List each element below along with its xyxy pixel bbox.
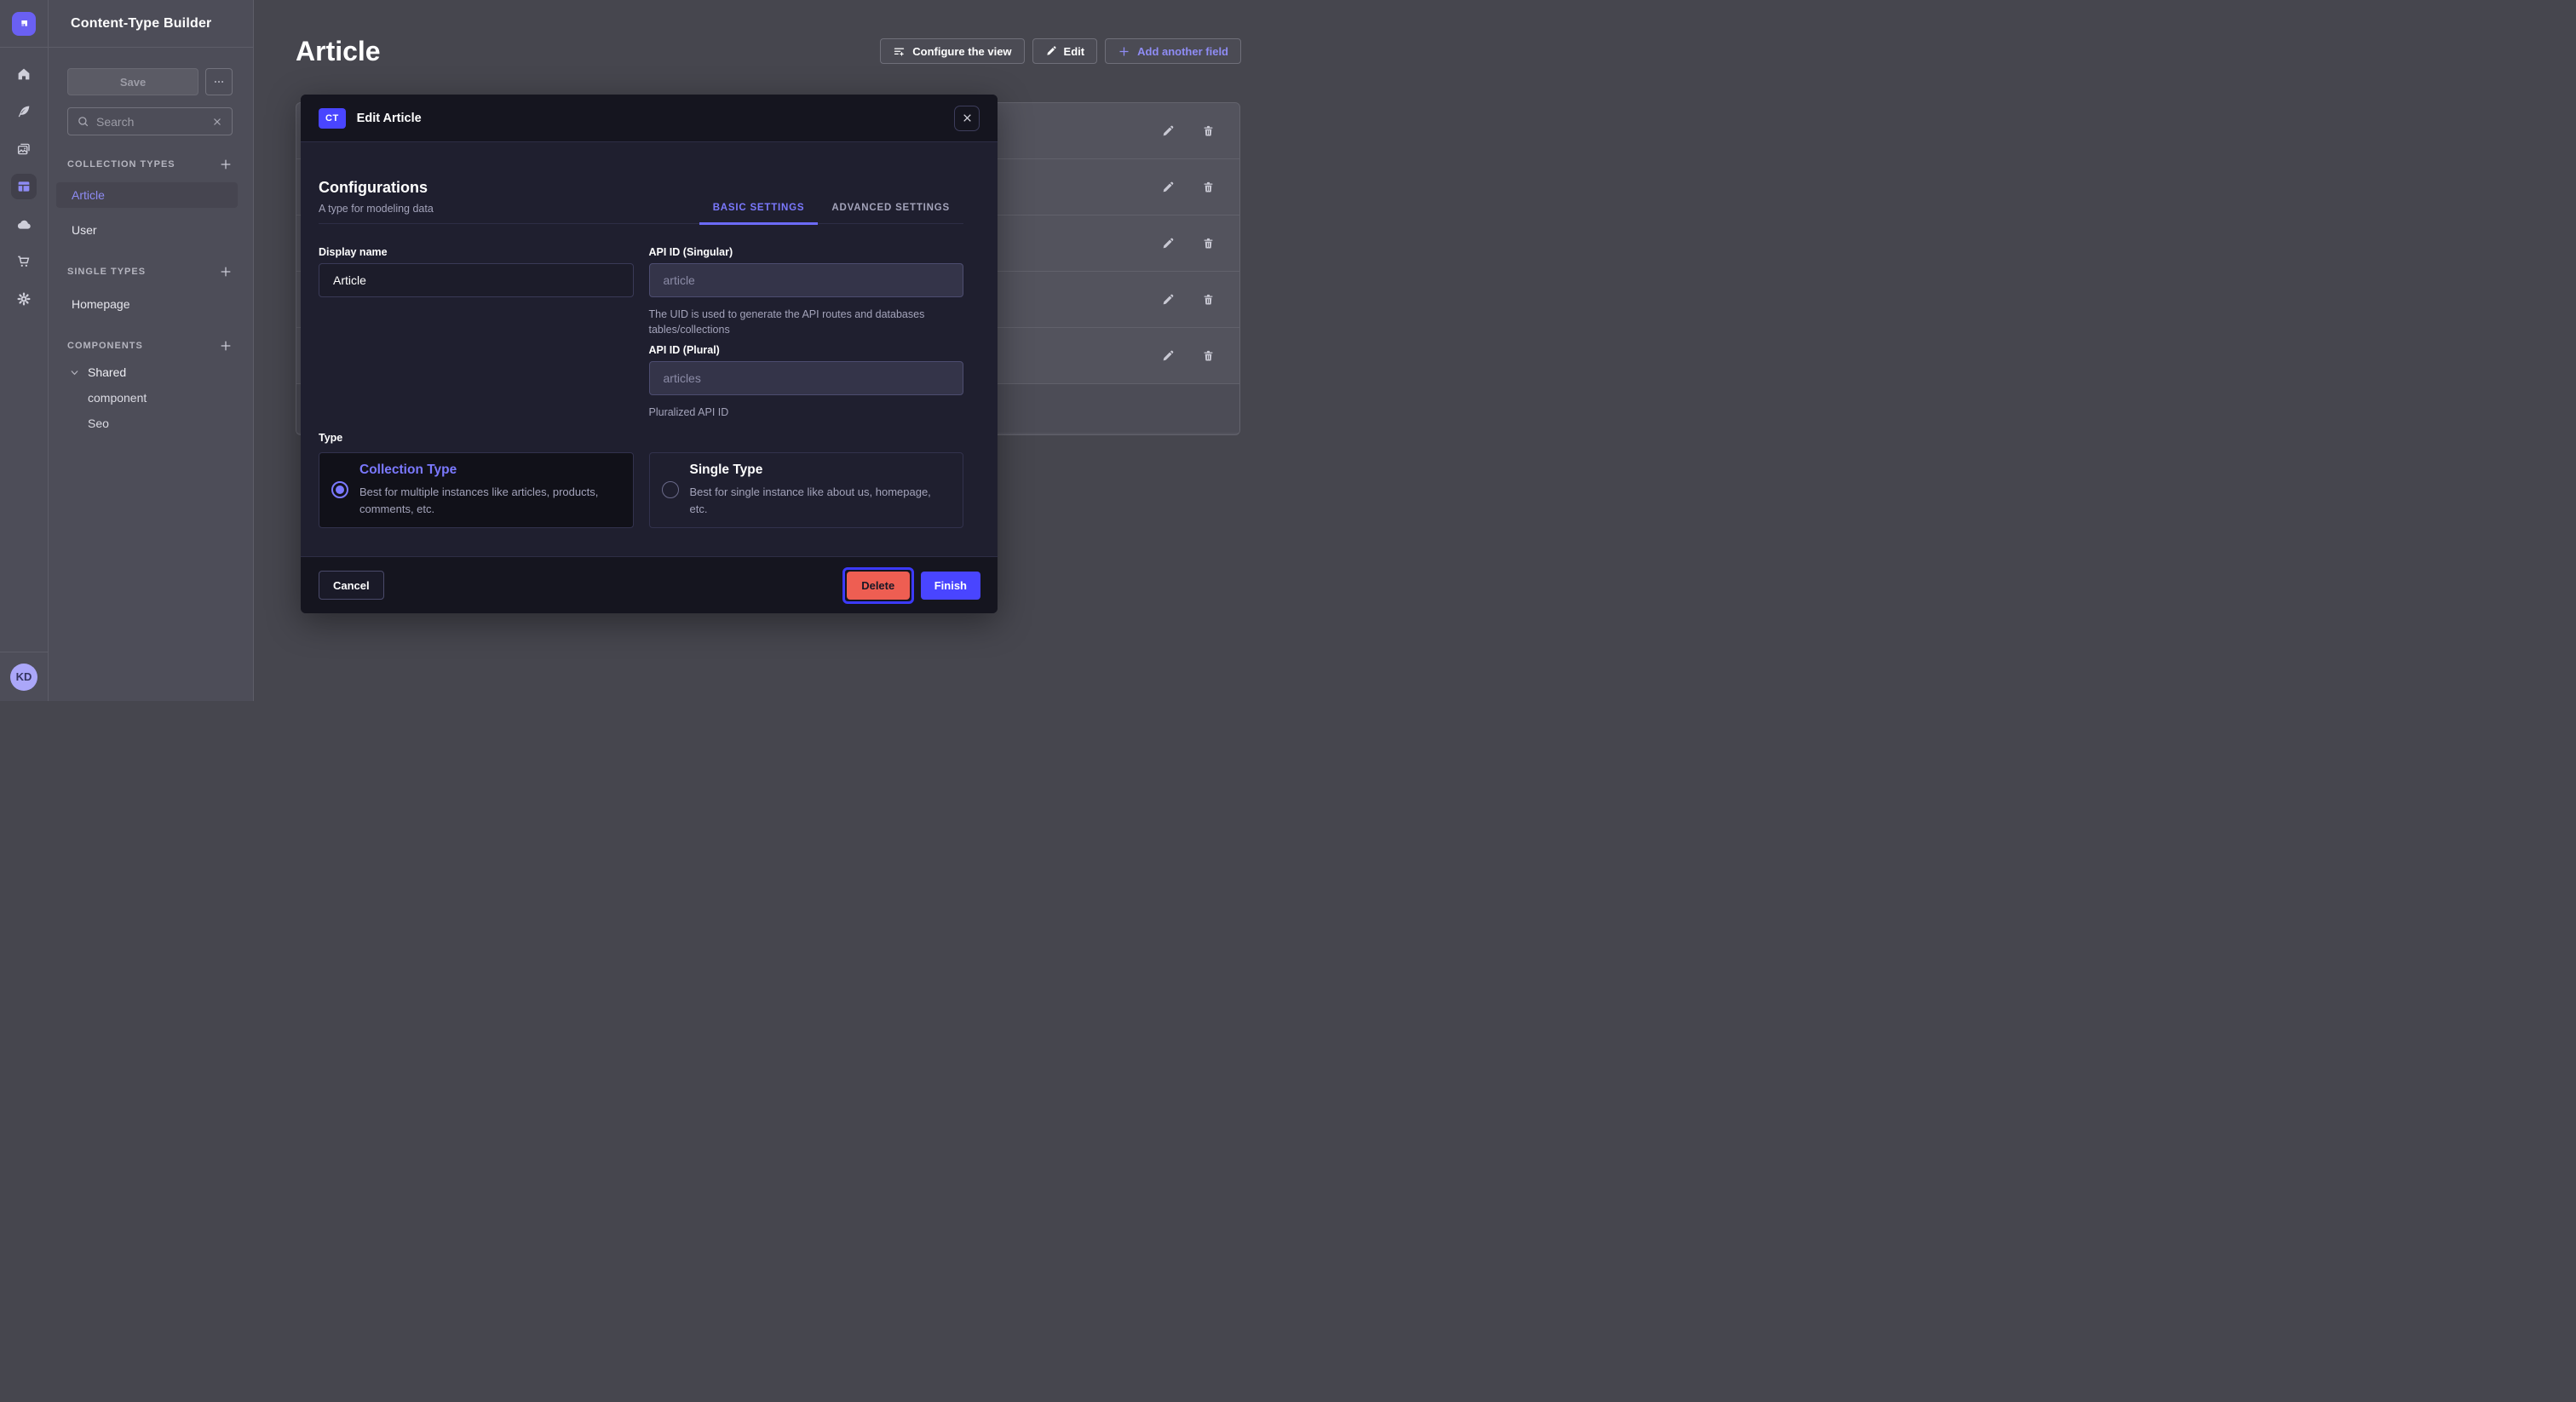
api-id-plural-help: Pluralized API ID (649, 405, 949, 421)
edit-field-icon[interactable] (1157, 289, 1179, 311)
type-label: Type (319, 432, 963, 444)
main-nav-rail: KD (0, 0, 49, 701)
content-type-builder-icon[interactable] (11, 174, 37, 199)
sidebar-item-homepage[interactable]: Homepage (49, 291, 253, 317)
add-component-icon[interactable] (219, 339, 233, 353)
content-type-badge: CT (319, 108, 346, 129)
api-id-singular-help: The UID is used to generate the API rout… (649, 307, 949, 337)
display-name-label: Display name (319, 246, 634, 258)
radio-selected-icon[interactable] (331, 481, 348, 498)
api-id-singular-field: API ID (Singular) The UID is used to gen… (649, 246, 964, 337)
sidebar-item-user[interactable]: User (49, 217, 253, 243)
edit-field-icon[interactable] (1157, 233, 1179, 255)
configure-view-button[interactable]: Configure the view (880, 38, 1024, 64)
modal-title: Edit Article (357, 112, 422, 125)
content-type-builder-panel: Content-Type Builder Save COLLECTION TYP… (49, 0, 254, 701)
close-modal-button[interactable] (954, 106, 980, 131)
rail-header (0, 0, 48, 48)
configurations-subtitle: A type for modeling data (319, 203, 434, 215)
media-library-icon[interactable] (11, 136, 37, 162)
add-single-type-icon[interactable] (219, 265, 233, 279)
edit-field-icon[interactable] (1157, 176, 1179, 198)
chevron-down-icon (69, 367, 80, 378)
page-title: Article (296, 36, 381, 67)
home-icon[interactable] (11, 61, 37, 87)
feather-icon[interactable] (11, 99, 37, 124)
ellipsis-icon (213, 76, 225, 88)
panel-header: Content-Type Builder (49, 0, 253, 48)
cancel-button[interactable]: Cancel (319, 571, 384, 600)
avatar[interactable]: KD (10, 664, 37, 691)
single-type-desc: Best for single instance like about us, … (690, 484, 947, 517)
delete-field-icon[interactable] (1197, 233, 1219, 255)
group-label: Shared (88, 365, 126, 379)
modal-body: Configurations A type for modeling data … (301, 142, 998, 556)
finish-button[interactable]: Finish (921, 572, 980, 600)
display-name-field: Display name (319, 246, 634, 337)
search-input[interactable] (96, 115, 204, 129)
api-id-plural-field: API ID (Plural) Pluralized API ID (649, 344, 964, 421)
close-icon (962, 112, 973, 124)
collection-type-desc: Best for multiple instances like article… (359, 484, 617, 517)
single-type-option[interactable]: Single Type Best for single instance lik… (649, 452, 964, 528)
settings-tabs: BASIC SETTINGS ADVANCED SETTINGS (699, 203, 963, 223)
rail-icons (0, 48, 48, 312)
edit-article-modal: CT Edit Article Configurations A type fo… (301, 95, 998, 613)
rail-footer: KD (0, 652, 48, 701)
more-options-button[interactable] (205, 68, 233, 95)
add-collection-type-icon[interactable] (219, 158, 233, 171)
sidebar-item-component[interactable]: component (49, 385, 253, 411)
sidebar-item-article[interactable]: Article (56, 182, 238, 208)
tab-basic-settings[interactable]: BASIC SETTINGS (699, 203, 819, 225)
radio-unselected-icon[interactable] (662, 481, 679, 498)
header-actions: Configure the view Edit Add another fiel… (880, 38, 1241, 64)
configurations-title: Configurations (319, 179, 434, 197)
search-input-wrapper (67, 107, 233, 135)
cart-icon[interactable] (11, 249, 37, 274)
components-heading: COMPONENTS (67, 341, 143, 351)
cloud-icon[interactable] (11, 211, 37, 237)
single-types-heading: SINGLE TYPES (67, 267, 146, 277)
display-name-input[interactable] (319, 263, 634, 297)
collection-type-title: Collection Type (359, 463, 617, 478)
tab-advanced-settings[interactable]: ADVANCED SETTINGS (818, 203, 963, 223)
sidebar-group-shared[interactable]: Shared (49, 359, 253, 385)
edit-button[interactable]: Edit (1032, 38, 1098, 64)
panel-title: Content-Type Builder (71, 16, 211, 32)
api-id-plural-label: API ID (Plural) (649, 344, 964, 356)
api-id-singular-label: API ID (Singular) (649, 246, 964, 258)
save-button[interactable]: Save (67, 68, 198, 95)
single-type-title: Single Type (690, 463, 947, 478)
api-id-singular-input[interactable] (649, 263, 964, 297)
modal-footer: Cancel Delete Finish (301, 556, 998, 613)
strapi-logo[interactable] (12, 12, 36, 36)
search-icon (77, 115, 89, 128)
collection-type-option[interactable]: Collection Type Best for multiple instan… (319, 452, 634, 528)
api-id-plural-input[interactable] (649, 361, 964, 395)
collection-types-heading: COLLECTION TYPES (67, 159, 175, 170)
delete-field-icon[interactable] (1197, 345, 1219, 367)
sidebar-item-seo[interactable]: Seo (49, 411, 253, 436)
delete-field-icon[interactable] (1197, 176, 1219, 198)
delete-field-icon[interactable] (1197, 289, 1219, 311)
delete-field-icon[interactable] (1197, 120, 1219, 142)
add-another-field-button[interactable]: Add another field (1105, 38, 1241, 64)
plus-icon (1118, 45, 1130, 58)
delete-button-highlight-ring: Delete (842, 567, 914, 604)
delete-button[interactable]: Delete (847, 572, 910, 600)
pencil-icon (1045, 45, 1057, 57)
edit-field-icon[interactable] (1157, 120, 1179, 142)
settings-gear-icon[interactable] (11, 286, 37, 312)
edit-field-icon[interactable] (1157, 345, 1179, 367)
clear-search-icon[interactable] (211, 116, 223, 128)
modal-header: CT Edit Article (301, 95, 998, 142)
configure-list-icon (893, 45, 906, 58)
